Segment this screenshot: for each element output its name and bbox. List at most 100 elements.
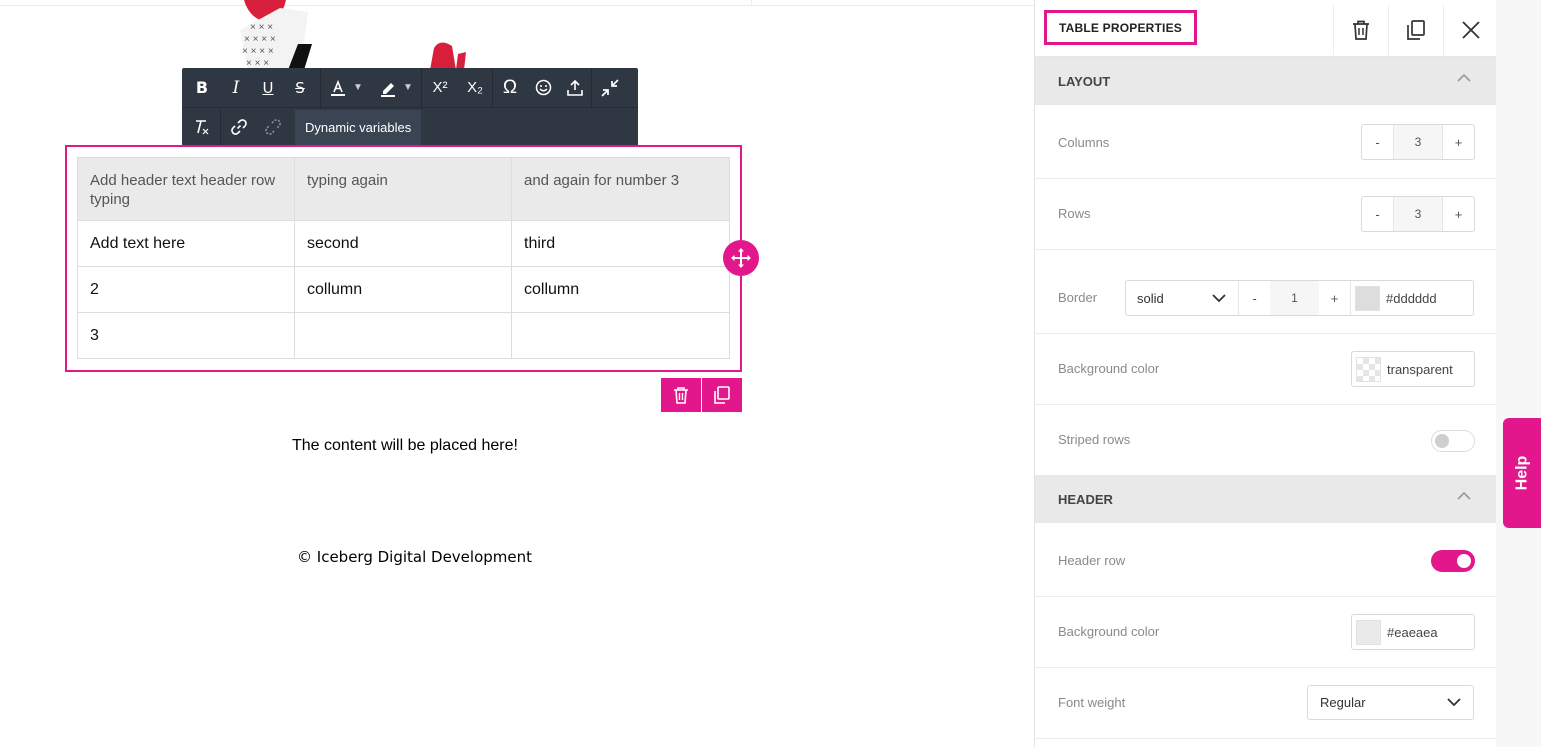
header-section-header[interactable]: HEADER bbox=[1035, 475, 1497, 523]
background-color-field[interactable]: transparent bbox=[1351, 351, 1475, 387]
header-cell[interactable]: Add header text header row typing bbox=[77, 157, 295, 221]
border-color-value: #dddddd bbox=[1386, 290, 1437, 306]
svg-text:× × × ×: × × × × bbox=[244, 34, 276, 45]
rows-row: Rows - 3 + bbox=[1035, 179, 1497, 250]
header-section-title: HEADER bbox=[1058, 491, 1113, 507]
table-cell[interactable]: second bbox=[294, 220, 512, 267]
upload-icon bbox=[567, 79, 583, 96]
rows-stepper: - 3 + bbox=[1361, 196, 1475, 232]
trash-icon bbox=[1352, 20, 1369, 40]
unlink-button[interactable] bbox=[257, 108, 289, 147]
link-button[interactable] bbox=[221, 108, 257, 147]
header-cell[interactable]: and again for number 3 bbox=[511, 157, 730, 221]
table-row: Add text here second third bbox=[77, 220, 730, 267]
special-chars-button[interactable]: Ω bbox=[493, 68, 527, 107]
border-width-decrement-button[interactable]: - bbox=[1239, 281, 1270, 315]
chevron-down-icon: ▼ bbox=[353, 82, 363, 93]
header-background-label: Background color bbox=[1058, 624, 1160, 639]
table-cell[interactable] bbox=[294, 312, 512, 359]
table-cell[interactable]: third bbox=[511, 220, 730, 267]
table-cell[interactable]: Add text here bbox=[77, 220, 295, 267]
table-cell[interactable] bbox=[511, 312, 730, 359]
text-color-button[interactable]: ▼ bbox=[321, 68, 371, 107]
border-width-value[interactable]: 1 bbox=[1270, 281, 1319, 315]
border-style-select[interactable]: solid bbox=[1126, 281, 1239, 315]
collapse-icon bbox=[601, 78, 619, 97]
header-row-row: Header row bbox=[1035, 523, 1497, 597]
close-icon bbox=[1461, 21, 1480, 39]
panel-duplicate-button[interactable] bbox=[1388, 5, 1442, 55]
columns-increment-button[interactable]: + bbox=[1443, 125, 1474, 159]
font-weight-select[interactable]: Regular bbox=[1307, 685, 1474, 720]
layout-section-header[interactable]: LAYOUT bbox=[1035, 57, 1497, 105]
toggle-knob bbox=[1435, 434, 1449, 448]
font-weight-label: Font weight bbox=[1058, 695, 1126, 710]
border-width-increment-button[interactable]: + bbox=[1319, 281, 1350, 315]
striped-rows-row: Striped rows bbox=[1035, 405, 1497, 476]
svg-text:× × ×: × × × bbox=[250, 22, 273, 33]
background-color-value: transparent bbox=[1387, 361, 1453, 377]
italic-button[interactable]: I bbox=[220, 68, 252, 107]
text-color-icon bbox=[331, 79, 346, 96]
header-cell[interactable]: typing again bbox=[294, 157, 512, 221]
superscript-button[interactable]: X² bbox=[422, 68, 458, 107]
header-background-swatch[interactable] bbox=[1356, 619, 1381, 645]
table-header-row: Add header text header row typing typing… bbox=[77, 157, 730, 221]
table-cell[interactable]: collumn bbox=[511, 266, 730, 313]
table-cell[interactable]: 2 bbox=[77, 266, 295, 313]
delete-table-button[interactable] bbox=[661, 378, 701, 412]
rows-increment-button[interactable]: + bbox=[1443, 197, 1474, 231]
columns-value[interactable]: 3 bbox=[1393, 125, 1443, 159]
underline-button[interactable]: U bbox=[252, 68, 284, 107]
strikethrough-button[interactable]: S bbox=[284, 68, 316, 107]
help-label: Help bbox=[1512, 455, 1530, 491]
duplicate-table-button[interactable] bbox=[702, 378, 742, 412]
table-cell[interactable]: 3 bbox=[77, 312, 295, 359]
emoji-icon bbox=[535, 79, 551, 96]
columns-stepper: - 3 + bbox=[1361, 124, 1475, 160]
chevron-down-icon bbox=[1212, 294, 1226, 303]
font-weight-value: Regular bbox=[1320, 695, 1366, 710]
right-gutter bbox=[1496, 0, 1541, 747]
rich-text-toolbar: B I U S ▼ ▼ X² X₂ Ω Dynamic variables bbox=[182, 68, 638, 147]
rows-decrement-button[interactable]: - bbox=[1362, 197, 1393, 231]
clear-format-button[interactable] bbox=[182, 108, 220, 147]
border-color-swatch[interactable] bbox=[1355, 285, 1380, 311]
table-block[interactable]: Add header text header row typing typing… bbox=[65, 145, 742, 372]
columns-decrement-button[interactable]: - bbox=[1362, 125, 1393, 159]
table-cell[interactable]: collumn bbox=[294, 266, 512, 313]
rows-label: Rows bbox=[1058, 206, 1091, 221]
panel-close-button[interactable] bbox=[1443, 5, 1497, 55]
toolbar-row-1: B I U S ▼ ▼ X² X₂ Ω bbox=[182, 68, 628, 107]
striped-rows-toggle[interactable] bbox=[1431, 430, 1475, 452]
collapse-button[interactable] bbox=[592, 68, 628, 107]
dynamic-variables-button[interactable]: Dynamic variables bbox=[295, 109, 422, 145]
border-color-field[interactable]: #dddddd bbox=[1350, 281, 1473, 315]
transparent-swatch[interactable] bbox=[1356, 356, 1381, 382]
highlight-button[interactable]: ▼ bbox=[371, 68, 421, 107]
copy-icon bbox=[714, 386, 730, 404]
help-tab[interactable]: Help bbox=[1503, 418, 1541, 528]
columns-label: Columns bbox=[1058, 135, 1110, 150]
panel-title: TABLE PROPERTIES bbox=[1044, 10, 1197, 45]
subscript-button[interactable]: X₂ bbox=[458, 68, 492, 107]
content-table: Add header text header row typing typing… bbox=[77, 157, 730, 359]
chevron-up-icon bbox=[1457, 73, 1471, 82]
clear-format-icon bbox=[196, 120, 209, 135]
header-background-field[interactable]: #eaeaea bbox=[1351, 614, 1475, 650]
background-color-row: Background color transparent bbox=[1035, 334, 1497, 405]
bold-button[interactable]: B bbox=[184, 68, 220, 107]
decorative-illustration: × × × × × × × × × × × × × × bbox=[240, 0, 466, 70]
rows-value[interactable]: 3 bbox=[1393, 197, 1443, 231]
emoji-button[interactable] bbox=[527, 68, 559, 107]
content-placeholder: The content will be placed here! bbox=[292, 437, 518, 454]
panel-header: TABLE PROPERTIES bbox=[1035, 0, 1497, 57]
header-row-toggle[interactable] bbox=[1431, 550, 1475, 572]
move-handle[interactable] bbox=[723, 240, 759, 276]
toolbar-row-2: Dynamic variables bbox=[182, 107, 638, 147]
border-label: Border bbox=[1058, 290, 1098, 305]
highlight-icon bbox=[381, 82, 396, 97]
upload-button[interactable] bbox=[559, 68, 591, 107]
panel-delete-button[interactable] bbox=[1333, 5, 1387, 55]
editor-canvas: × × × × × × × × × × × × × × B I U S ▼ ▼ … bbox=[0, 0, 1034, 747]
